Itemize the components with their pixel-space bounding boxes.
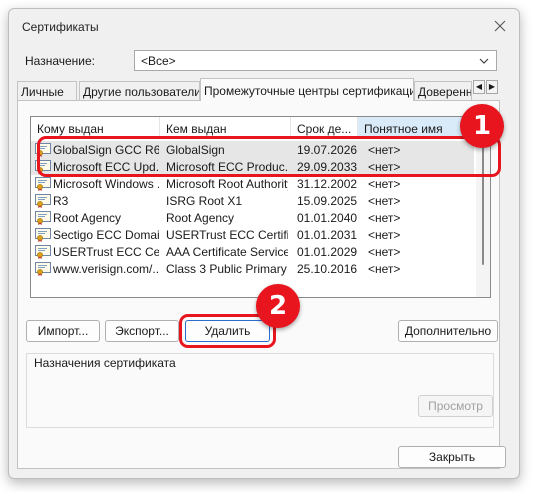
certificate-icon [35,193,51,208]
tab-scroll-left-icon[interactable]: ◀ [473,80,485,94]
import-button[interactable]: Импорт... [26,320,100,342]
advanced-button[interactable]: Дополнительно [398,320,498,342]
friendly-name-cell: <нет> [368,194,401,208]
chevron-down-icon [479,58,489,64]
table-row[interactable]: R3 ISRG Root X1 15.09.2025 <нет> [31,192,474,209]
purpose-select[interactable]: <Все> [134,50,497,71]
issued-by-cell: Class 3 Public Primary ... [166,262,288,276]
expiration-cell: 31.12.2002 [297,177,357,191]
issued-by-cell: Root Agency [166,211,235,225]
expiration-cell: 01.01.2029 [297,245,357,259]
issued-by-cell: AAA Certificate Services [166,245,288,259]
friendly-name-cell: <нет> [368,177,401,191]
view-button: Просмотр [418,395,493,417]
certificate-icon [35,227,51,242]
tab-label: Доверенн [418,85,472,99]
export-button[interactable]: Экспорт... [105,320,179,342]
column-header-label: Понятное имя [364,122,443,136]
tab-other-people[interactable]: Другие пользователи [79,81,200,100]
close-icon[interactable] [491,17,509,35]
certificate-purposes-label: Назначения сертификата [32,356,178,370]
tab-strip: Личные Другие пользователи Промежуточные… [17,78,498,101]
issued-to-cell: Root Agency [53,211,122,225]
issued-to-cell: R3 [53,194,69,208]
highlight-selected-rows [37,136,501,177]
certificate-icon [35,261,51,276]
tab-trusted[interactable]: Доверенн [414,81,472,100]
table-row[interactable]: Microsoft Windows ... Microsoft Root Auth… [31,175,474,192]
column-header-label: Срок де... [297,122,352,136]
tab-label: Другие пользователи [83,85,200,99]
table-row[interactable]: Sectigo ECC Domai... USERTrust ECC Certif… [31,226,474,243]
purpose-value: <Все> [141,54,176,68]
issued-by-cell: USERTrust ECC Certifi... [166,228,288,242]
tab-label: Личные [21,85,64,99]
table-row[interactable]: Root Agency Root Agency 01.01.2040 <нет> [31,209,474,226]
certificate-icon [35,176,51,191]
tab-intermediate-ca[interactable]: Промежуточные центры сертификации [200,78,414,101]
friendly-name-cell: <нет> [368,211,401,225]
column-header-label: Кем выдан [166,122,227,136]
certificate-icon [35,210,51,225]
close-button[interactable]: Закрыть [398,446,506,468]
step-2-badge: 2 [256,284,300,328]
tab-scroll-right-icon[interactable]: ▶ [486,80,498,94]
tab-label: Промежуточные центры сертификации [204,84,414,98]
issued-to-cell: www.verisign.com/... [53,262,159,276]
expiration-cell: 15.09.2025 [297,194,357,208]
friendly-name-cell: <нет> [368,245,401,259]
expiration-cell: 01.01.2040 [297,211,357,225]
column-header-label: Кому выдан [37,122,104,136]
table-row[interactable]: www.verisign.com/... Class 3 Public Prima… [31,260,474,277]
window-title: Сертификаты [22,20,99,34]
step-1-badge: 1 [460,104,504,148]
friendly-name-cell: <нет> [368,262,401,276]
issued-by-cell: ISRG Root X1 [166,194,243,208]
friendly-name-cell: <нет> [368,228,401,242]
purpose-label: Назначение: [25,54,96,68]
tab-personal[interactable]: Личные [17,81,77,100]
issued-to-cell: Sectigo ECC Domai... [53,228,159,242]
table-row[interactable]: USERTrust ECC Cer... AAA Certificate Serv… [31,243,474,260]
issued-to-cell: USERTrust ECC Cer... [53,245,159,259]
expiration-cell: 25.10.2016 [297,262,357,276]
title-bar: Сертификаты [9,9,519,45]
certificate-icon [35,244,51,259]
issued-to-cell: Microsoft Windows ... [53,177,159,191]
issued-by-cell: Microsoft Root Authority [166,177,288,191]
expiration-cell: 01.01.2031 [297,228,357,242]
